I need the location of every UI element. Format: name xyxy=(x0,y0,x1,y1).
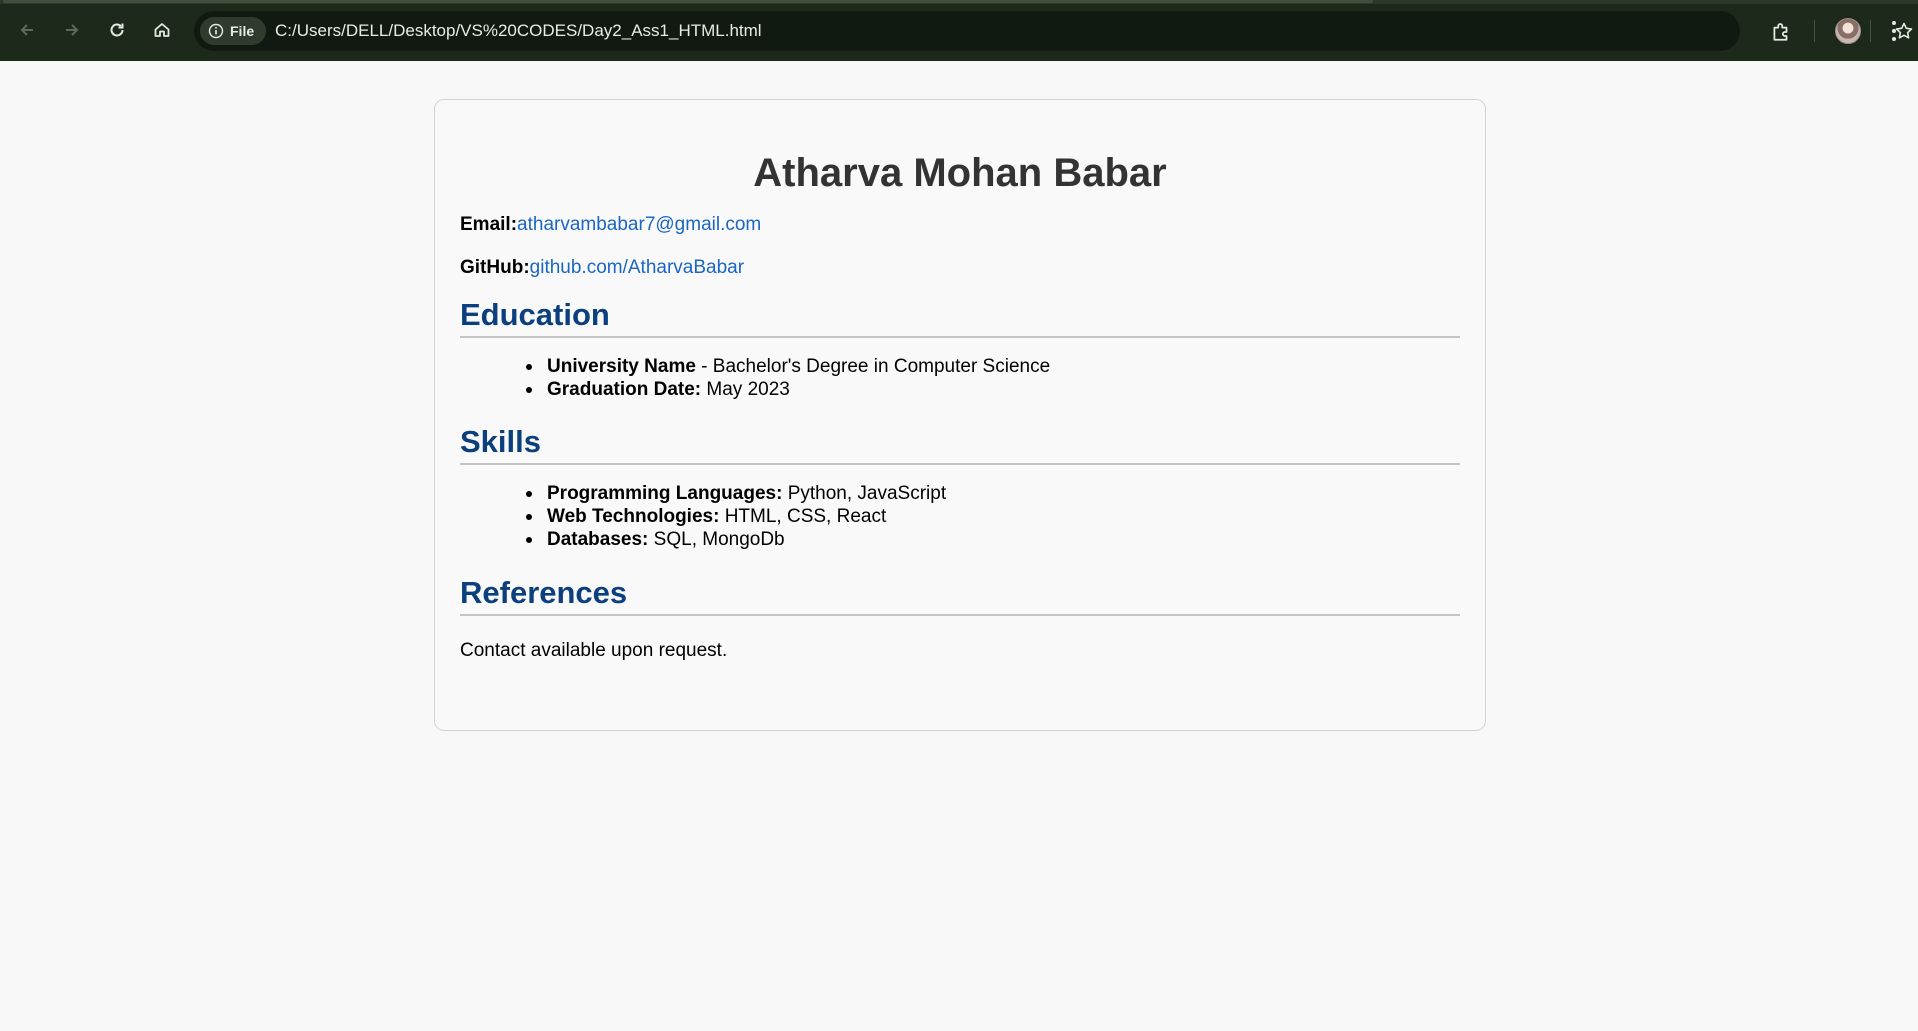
skills-list: Programming Languages: Python, JavaScrip… xyxy=(523,482,1460,551)
list-item: Programming Languages: Python, JavaScrip… xyxy=(523,482,1460,505)
item-label: Web Technologies: xyxy=(547,506,720,527)
item-label: Programming Languages: xyxy=(547,483,783,504)
list-item: University Name - Bachelor's Degree in C… xyxy=(523,355,1460,378)
item-value: May 2023 xyxy=(701,379,790,400)
email-link[interactable]: atharvambabar7@gmail.com xyxy=(517,214,761,235)
url-text[interactable]: C:/Users/DELL/Desktop/VS%20CODES/Day2_As… xyxy=(275,11,762,51)
resume-card: Atharva Mohan Babar Email:atharvambabar7… xyxy=(434,99,1486,731)
extensions-button[interactable] xyxy=(1766,17,1796,47)
education-heading: Education xyxy=(460,298,1460,338)
profile-avatar[interactable] xyxy=(1835,18,1861,44)
toolbar-divider xyxy=(1870,20,1871,42)
forward-button[interactable] xyxy=(55,13,89,47)
list-item: Graduation Date: May 2023 xyxy=(523,378,1460,401)
list-item: Web Technologies: HTML, CSS, React xyxy=(523,505,1460,528)
address-bar[interactable]: File C:/Users/DELL/Desktop/VS%20CODES/Da… xyxy=(194,11,1913,51)
item-value: Python, JavaScript xyxy=(782,483,947,504)
github-line: GitHub:github.com/AtharvaBabar xyxy=(460,257,1460,279)
item-label: University Name xyxy=(547,356,696,377)
item-value: HTML, CSS, React xyxy=(719,506,887,527)
reload-icon xyxy=(110,23,124,37)
back-button[interactable] xyxy=(10,13,44,47)
extensions-icon xyxy=(1773,23,1788,41)
back-arrow-icon xyxy=(20,24,33,36)
forward-arrow-icon xyxy=(66,24,79,36)
skills-heading: Skills xyxy=(460,425,1460,465)
item-value: - Bachelor's Degree in Computer Science xyxy=(695,356,1051,377)
more-menu-icon[interactable] xyxy=(1884,18,1904,44)
education-list: University Name - Bachelor's Degree in C… xyxy=(523,355,1460,401)
item-label: Graduation Date: xyxy=(547,379,702,400)
resume-name: Atharva Mohan Babar xyxy=(753,151,1167,195)
github-label: GitHub: xyxy=(460,257,530,278)
site-chip-label: File xyxy=(230,23,255,39)
site-info-chip[interactable]: File xyxy=(200,17,267,45)
github-link[interactable]: github.com/AtharvaBabar xyxy=(530,257,744,278)
info-icon xyxy=(208,23,224,39)
email-line: Email:atharvambabar7@gmail.com xyxy=(460,214,1460,236)
item-label: Databases: xyxy=(547,529,649,550)
references-heading: References xyxy=(460,576,1460,616)
email-label: Email: xyxy=(460,214,518,235)
reload-button[interactable] xyxy=(100,13,134,47)
toolbar-divider xyxy=(1814,20,1815,42)
list-item: Databases: SQL, MongoDb xyxy=(523,528,1460,551)
home-button[interactable] xyxy=(145,13,179,47)
active-tab-edge[interactable] xyxy=(3,0,1373,3)
item-value: SQL, MongoDb xyxy=(648,529,785,550)
references-text: Contact available upon request. xyxy=(460,640,728,661)
home-icon xyxy=(154,23,170,37)
browser-toolbar: File C:/Users/DELL/Desktop/VS%20CODES/Da… xyxy=(0,0,1918,61)
